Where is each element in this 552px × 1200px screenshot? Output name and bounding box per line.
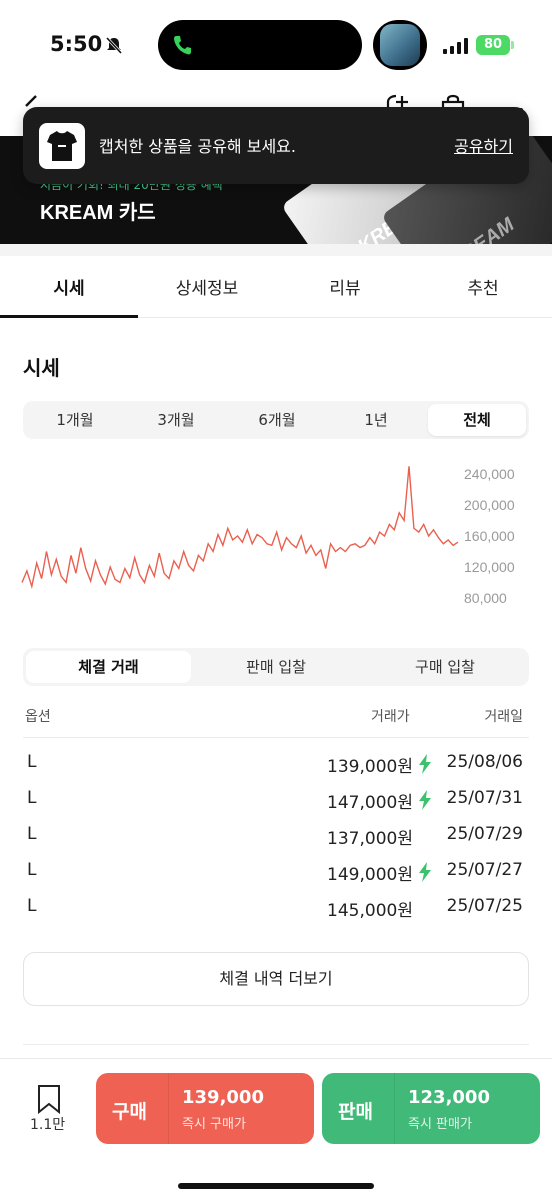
row-date: 25/08/06: [446, 752, 523, 772]
row-option: L: [27, 896, 37, 916]
row-option: L: [27, 752, 37, 772]
y-tick-label: 80,000: [464, 590, 507, 606]
battery-indicator: 80: [476, 35, 510, 55]
period-1y[interactable]: 1년: [326, 401, 426, 439]
price-chart[interactable]: 240,000 200,000 160,000 120,000 80,000: [18, 466, 532, 616]
status-time: 5:50: [50, 32, 103, 56]
row-option: L: [27, 860, 37, 880]
tshirt-icon: [47, 131, 77, 161]
banner-title: KREAM 카드: [40, 202, 156, 224]
row-price: 137,000원: [327, 829, 413, 849]
y-tick-label: 240,000: [464, 466, 515, 482]
table-row: L 139,000원 25/08/06: [23, 752, 529, 786]
tab-sell-bids[interactable]: 판매 입찰: [191, 648, 361, 686]
buy-button[interactable]: 구매 139,000 즉시 구매가: [96, 1073, 314, 1144]
bookmark-count: 1.1만: [30, 1117, 66, 1133]
deal-type-tabs: 체결 거래 판매 입찰 구매 입찰: [23, 648, 529, 686]
bookmark-icon[interactable]: [36, 1084, 62, 1114]
y-tick-label: 120,000: [464, 559, 515, 575]
share-toast: 캡처한 상품을 공유해 보세요. 공유하기: [23, 107, 529, 184]
sell-price: 123,000: [408, 1087, 490, 1108]
button-separator: [168, 1073, 169, 1144]
header-option: 옵션: [25, 709, 51, 725]
product-tabs: 시세 상세정보 리뷰 추천: [0, 256, 552, 318]
price-section-title: 시세: [23, 356, 60, 380]
buy-label: 구매: [112, 1101, 147, 1123]
deals-table-header: 옵션 거래가 거래일: [23, 706, 529, 738]
bell-muted-icon: [105, 36, 123, 55]
buy-price: 139,000: [182, 1087, 264, 1108]
sell-button[interactable]: 판매 123,000 즉시 판매가: [322, 1073, 540, 1144]
tab-detail[interactable]: 상세정보: [138, 274, 276, 299]
table-row: L 147,000원 25/07/31: [23, 788, 529, 822]
home-indicator: [178, 1183, 374, 1189]
sell-label: 판매: [338, 1101, 373, 1123]
section-divider: [23, 1044, 529, 1045]
tab-review[interactable]: 리뷰: [276, 274, 414, 299]
tab-buy-bids[interactable]: 구매 입찰: [361, 648, 529, 686]
tab-completed-deals[interactable]: 체결 거래: [26, 651, 191, 683]
row-date: 25/07/27: [446, 860, 523, 880]
table-row: L 137,000원 25/07/29: [23, 824, 529, 858]
quick-delivery-icon: [419, 790, 431, 810]
tab-recommend[interactable]: 추천: [414, 274, 552, 299]
row-date: 25/07/31: [446, 788, 523, 808]
card-logo-text: KREAM: [445, 213, 519, 244]
active-tab-indicator: [0, 315, 138, 318]
y-tick-label: 160,000: [464, 528, 515, 544]
status-bar: 5:50 80: [0, 0, 552, 92]
buy-subtitle: 즉시 구매가: [182, 1117, 246, 1132]
row-price: 145,000원: [327, 901, 413, 921]
live-activity-thumbnail: [380, 24, 420, 66]
quick-delivery-icon: [419, 862, 431, 882]
signal-icon: [443, 38, 468, 54]
period-selector: 1개월 3개월 6개월 1년 전체: [23, 401, 529, 439]
header-date: 거래일: [484, 709, 523, 725]
tab-price[interactable]: 시세: [0, 274, 138, 299]
row-date: 25/07/29: [446, 824, 523, 844]
quick-delivery-icon: [419, 754, 431, 774]
header-price: 거래가: [371, 709, 410, 725]
row-date: 25/07/25: [446, 896, 523, 916]
button-separator: [394, 1073, 395, 1144]
row-price: 147,000원: [327, 793, 413, 813]
row-price: 139,000원: [327, 757, 413, 777]
battery-tip: [511, 41, 514, 49]
period-1m[interactable]: 1개월: [23, 401, 127, 439]
period-all[interactable]: 전체: [428, 404, 526, 436]
price-line-series: [21, 466, 459, 590]
period-3m[interactable]: 3개월: [124, 401, 228, 439]
phone-icon: [174, 36, 191, 55]
row-price: 149,000원: [327, 865, 413, 885]
toast-message: 캡처한 상품을 공유해 보세요.: [99, 137, 296, 156]
more-deals-button[interactable]: 체결 내역 더보기: [23, 952, 529, 1006]
y-tick-label: 200,000: [464, 497, 515, 513]
toast-product-thumbnail: [39, 123, 85, 169]
section-divider: [0, 244, 552, 256]
sell-subtitle: 즉시 판매가: [408, 1117, 472, 1132]
period-6m[interactable]: 6개월: [225, 401, 329, 439]
toast-share-link[interactable]: 공유하기: [454, 133, 513, 157]
table-row: L 149,000원 25/07/27: [23, 860, 529, 894]
row-option: L: [27, 788, 37, 808]
table-row: L 145,000원 25/07/25: [23, 896, 529, 930]
row-option: L: [27, 824, 37, 844]
